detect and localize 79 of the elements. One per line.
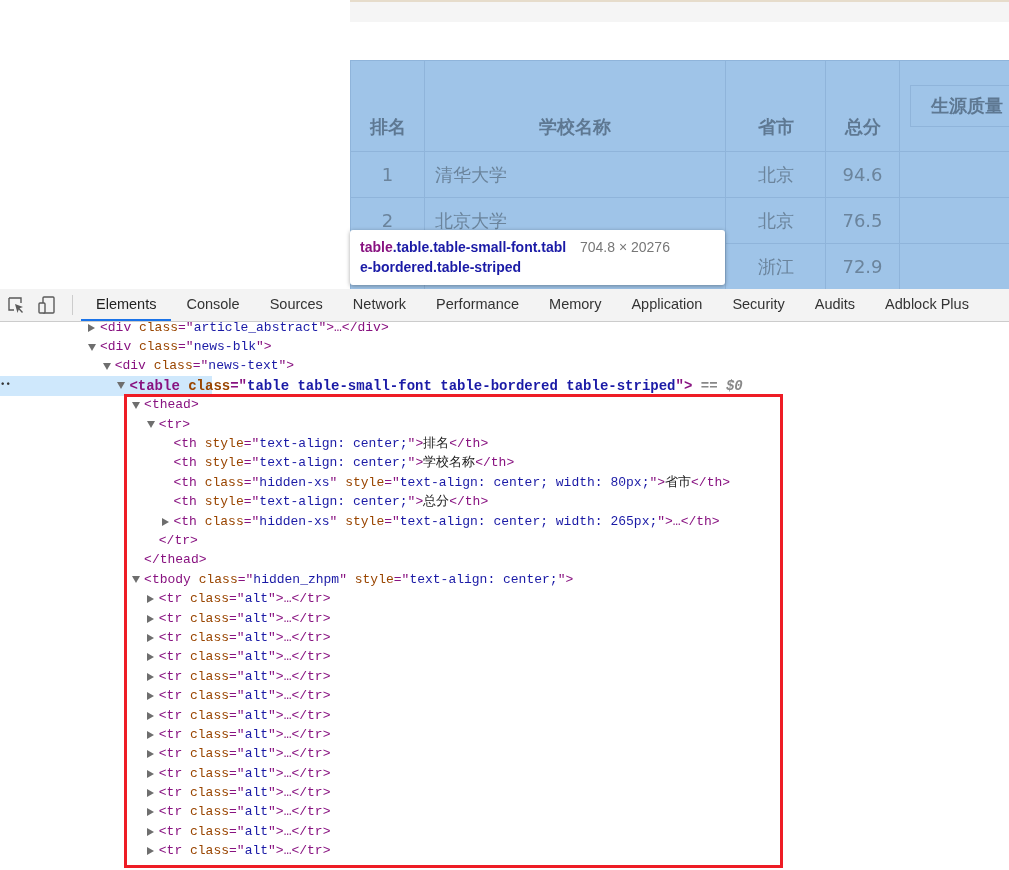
table-cell: 北京 (757, 162, 794, 187)
dom-node[interactable]: <thead> (144, 397, 199, 414)
table-cell: 北京大学 (435, 208, 507, 233)
collapse-arrow-icon[interactable] (146, 808, 154, 817)
dom-node[interactable]: <div class="news-blk"> (100, 339, 272, 356)
collapse-arrow-icon[interactable] (146, 692, 154, 701)
collapse-arrow-icon[interactable] (146, 847, 154, 856)
collapse-arrow-icon[interactable] (146, 653, 154, 662)
devtools-tab[interactable]: Security (717, 289, 800, 321)
dom-node[interactable]: <table class="table table-small-font table-bordered table-striped"> == $0 (129, 377, 743, 394)
collapse-arrow-icon[interactable] (146, 614, 154, 623)
dom-node[interactable]: <tr class="alt">…</tr> (158, 610, 331, 627)
collapse-arrow-icon[interactable] (146, 769, 154, 778)
devtools-tab[interactable]: Performance (421, 289, 535, 321)
collapse-arrow-icon[interactable] (146, 789, 154, 798)
dom-node[interactable]: <tr class="alt">…</tr> (158, 765, 331, 782)
dom-node[interactable]: <tr class="alt">…</tr> (158, 668, 331, 685)
table-cell: 清华大学 (435, 162, 507, 187)
closing-tag: </thead> (144, 552, 207, 569)
devtools-tab[interactable]: Adblock Plus (870, 289, 984, 321)
dom-node[interactable]: <th class="hidden-xs" style="text-align: center; width: 265px;">…</th> (173, 513, 720, 530)
dom-node[interactable]: <div class="article_abstract">…</div> (100, 322, 389, 336)
dom-node[interactable]: <tr class="alt">…</tr> (158, 688, 331, 705)
dom-node[interactable]: <div class="news-text"> (114, 358, 295, 375)
table-cell: 北京 (757, 208, 794, 233)
devtools-tab[interactable]: Application (616, 289, 718, 321)
dom-node[interactable]: <tr class="alt">…</tr> (158, 591, 331, 608)
column-header: 学校名称 (539, 115, 611, 139)
dom-node[interactable]: <th style="text-align: center;">学校名称</th> (173, 455, 515, 472)
dom-node[interactable]: <th class="hidden-xs" style="text-align: center; width: 80px;">省市</th> (173, 474, 731, 491)
collapse-arrow-icon[interactable] (146, 711, 154, 720)
column-header: 排名 (369, 115, 406, 139)
collapse-arrow-icon[interactable] (146, 730, 154, 739)
dom-node[interactable]: <tr class="alt">…</tr> (158, 804, 331, 821)
expand-arrow-icon[interactable] (88, 343, 96, 351)
dom-node[interactable]: <tr class="alt">…</tr> (158, 823, 331, 840)
device-icon[interactable] (38, 296, 56, 314)
inspect-icon[interactable] (7, 296, 25, 314)
dom-node[interactable]: <tr class="alt">…</tr> (158, 649, 331, 666)
expand-arrow-icon[interactable] (132, 401, 141, 409)
table-cell: 94.6 (842, 164, 883, 185)
element-selector: table.table.table-small-font.table-bordered.table-striped (360, 238, 568, 277)
expand-arrow-icon[interactable] (146, 421, 155, 429)
collapse-arrow-icon[interactable] (146, 633, 154, 642)
devtools-tab[interactable]: Console (171, 289, 255, 321)
dom-node[interactable]: <tr class="alt">…</tr> (158, 785, 331, 802)
dom-node[interactable]: <tr class="alt">…</tr> (158, 707, 331, 724)
table-cell: 2 (381, 210, 394, 231)
dom-node[interactable]: <tbody class="hidden_zhpm" style="text-align: center;"> (144, 571, 574, 588)
collapse-arrow-icon[interactable] (146, 750, 154, 759)
table-cell: 浙江 (757, 254, 794, 279)
column-header: 省市 (757, 115, 794, 139)
dom-node[interactable]: <th style="text-align: center;">总分</th> (173, 494, 489, 511)
expand-arrow-icon[interactable] (117, 382, 126, 390)
dom-node[interactable]: <tr class="alt">…</tr> (158, 843, 331, 860)
table-cell: 76.5 (842, 210, 883, 231)
collapse-arrow-icon[interactable] (146, 672, 154, 681)
table-cell: 1 (381, 164, 394, 185)
dom-node[interactable]: <th style="text-align: center;">排名</th> (173, 436, 489, 453)
table-cell: 72.9 (842, 256, 883, 277)
column-header: 总分 (844, 115, 881, 139)
devtools-tab[interactable]: Audits (799, 289, 871, 321)
expand-arrow-icon[interactable] (132, 576, 141, 584)
element-size: 704.8 × 20276 (580, 238, 670, 257)
closing-tag: </tr> (158, 533, 198, 549)
collapse-arrow-icon[interactable] (146, 595, 154, 604)
more-options-button[interactable]: •• (0, 376, 11, 396)
collapse-arrow-icon[interactable] (88, 323, 95, 332)
expand-arrow-icon[interactable] (102, 362, 111, 370)
dom-node[interactable]: <tr> (158, 416, 190, 433)
devtools-tab[interactable]: Memory (534, 289, 617, 321)
collapse-arrow-icon[interactable] (161, 517, 169, 526)
dom-node[interactable]: <tr class="alt">…</tr> (158, 629, 331, 646)
dom-node[interactable]: <tr class="alt">…</tr> (158, 726, 331, 743)
devtools-tab[interactable]: Elements (81, 289, 172, 321)
collapse-arrow-icon[interactable] (146, 827, 154, 836)
dom-node[interactable]: <tr class="alt">…</tr> (158, 746, 331, 763)
devtools-tab[interactable]: Sources (254, 289, 338, 321)
devtools-tab[interactable]: Network (337, 289, 422, 321)
